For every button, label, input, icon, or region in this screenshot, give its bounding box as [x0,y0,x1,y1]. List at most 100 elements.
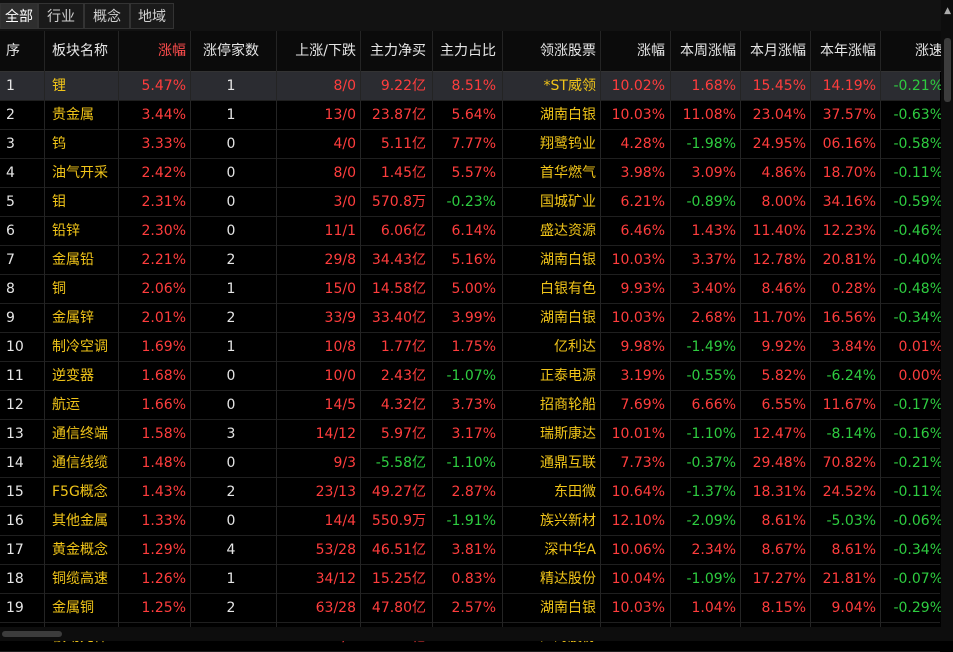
cell-mainpct: 7.77% [451,136,496,152]
vertical-scrollbar[interactable]: ▲ [941,0,953,641]
column-header-month[interactable]: 本月涨幅 [742,31,806,71]
cell-limitup: 3 [226,426,236,442]
cell-limitup: 1 [226,571,236,587]
cell-mainpct: 3.17% [451,426,496,442]
cell-leadchg: 10.04% [611,571,665,587]
table-row[interactable]: 14 通信线缆 1.48% 0 9/3 -5.58亿 -1.10% 通鼎互联 7.73% -0.3… [0,449,943,478]
table-row[interactable]: 3 钨 3.33% 0 4/0 5.11亿 7.77% 翔鹭钨业 4.28% -1.98% 24.9… [0,130,943,159]
column-header-mainbuy[interactable]: 主力净买 [364,31,426,71]
table-row[interactable]: 11 逆变器 1.68% 0 10/0 2.43亿 -1.07% 正泰电源 3.19% -0.55… [0,362,943,391]
table-row[interactable]: 19 金属铜 1.25% 2 63/28 47.80亿 2.57% 湖南白银 10.03% 1.0… [0,594,943,623]
cell-chg: 2.01% [141,310,186,326]
cell-chg: 1.48% [141,455,186,471]
column-header-week[interactable]: 本周涨幅 [672,31,736,71]
table-row[interactable]: 1 锂 5.47% 1 8/0 9.22亿 8.51% *ST威领 10.02% 1.68% 15.… [0,72,943,101]
table-row[interactable]: 9 金属锌 2.01% 2 33/9 33.40亿 3.99% 湖南白银 10.03% 2.68%… [0,304,943,333]
tab-3[interactable]: 地域 [130,3,174,29]
cell-leader: 招商轮船 [540,397,596,413]
cell-leader: 精达股份 [540,571,596,587]
table-row[interactable]: 12 航运 1.66% 0 14/5 4.32亿 3.73% 招商轮船 7.69% 6.66% 6.… [0,391,943,420]
column-header-chg[interactable]: 涨幅 [120,31,186,71]
cell-week: -1.10% [686,426,736,442]
cell-speed: -0.58% [893,136,943,152]
cell-idx: 8 [6,281,15,297]
cell-leadchg: 10.03% [611,252,665,268]
cell-leadchg: 10.01% [611,426,665,442]
cell-mainpct: 2.87% [451,484,496,500]
tab-0[interactable]: 全部 [0,3,38,29]
cell-mainpct: 6.14% [451,223,496,239]
cell-mainpct: 5.00% [451,281,496,297]
table-row[interactable]: 2 贵金属 3.44% 1 13/0 23.87亿 5.64% 湖南白银 10.03% 11.08… [0,101,943,130]
cell-limitup: 2 [226,252,236,268]
column-header-limitup[interactable]: 涨停家数 [196,31,266,71]
cell-limitup: 0 [226,165,236,181]
column-header-year[interactable]: 本年涨幅 [812,31,876,71]
cell-speed: -0.21% [893,455,943,471]
cell-month: 18.31% [752,484,806,500]
tab-1[interactable]: 行业 [38,3,84,29]
cell-mainpct: -1.07% [446,368,496,384]
column-header-idx[interactable]: 序 [6,31,36,71]
column-divider [600,31,601,627]
scroll-up-arrow-icon[interactable]: ▲ [944,6,951,16]
table-row[interactable]: 18 铜缆高速 1.26% 1 34/12 15.25亿 0.83% 精达股份 10.04% -1… [0,565,943,594]
table-row[interactable]: 8 铜 2.06% 1 15/0 14.58亿 5.00% 白银有色 9.93% 3.40% 8.4… [0,275,943,304]
cell-updown: 29/8 [324,252,356,268]
cell-leadchg: 9.98% [620,339,665,355]
cell-leader: 湖南白银 [540,600,596,616]
cell-speed: -0.34% [893,310,943,326]
table-row[interactable]: 16 其他金属 1.33% 0 14/4 550.9万 -1.91% 族兴新材 12.10% -2… [0,507,943,536]
cell-chg: 1.69% [141,339,186,355]
cell-month: 12.78% [752,252,806,268]
cell-idx: 19 [6,600,24,616]
cell-speed: -0.21% [893,78,943,94]
column-header-mainpct[interactable]: 主力占比 [434,31,496,71]
cell-speed: -0.06% [893,513,943,529]
cell-leader: 亿利达 [554,339,596,355]
sector-table-body: 1 锂 5.47% 1 8/0 9.22亿 8.51% *ST威领 10.02% 1.68% 15.… [0,72,943,652]
column-header-leadchg[interactable]: 涨幅 [602,31,665,71]
cell-month: 11.40% [752,223,806,239]
cell-mainbuy: 4.32亿 [380,397,426,413]
table-row[interactable]: 7 金属铅 2.21% 2 29/8 34.43亿 5.16% 湖南白银 10.03% 3.37%… [0,246,943,275]
table-row[interactable]: 17 黄金概念 1.29% 4 53/28 46.51亿 3.81% 深中华A 10.06% 2.… [0,536,943,565]
tab-2[interactable]: 概念 [84,3,130,29]
cell-idx: 1 [6,78,15,94]
cell-leader: 瑞斯康达 [540,426,596,442]
cell-idx: 12 [6,397,24,413]
column-header-speed[interactable]: 涨速 [880,31,943,71]
column-divider [432,31,433,627]
table-row[interactable]: 4 油气开采 2.42% 0 8/0 1.45亿 5.57% 首华燃气 3.98% 3.09% 4.… [0,159,943,188]
cell-limitup: 1 [226,78,236,94]
cell-leadchg: 10.03% [611,310,665,326]
cell-year: -6.24% [826,368,876,384]
cell-updown: 11/1 [324,223,356,239]
cell-chg: 1.29% [141,542,186,558]
cell-speed: -0.11% [893,484,943,500]
vertical-scroll-thumb[interactable] [944,38,951,102]
cell-mainbuy: 34.43亿 [371,252,426,268]
cell-leadchg: 7.73% [620,455,665,471]
cell-leader: 湖南白银 [540,107,596,123]
table-row[interactable]: 5 钼 2.31% 0 3/0 570.8万 -0.23% 国城矿业 6.21% -0.89% 8.… [0,188,943,217]
horizontal-scroll-thumb[interactable] [2,631,62,637]
table-row[interactable]: 13 通信终端 1.58% 3 14/12 5.97亿 3.17% 瑞斯康达 10.01% -1.… [0,420,943,449]
cell-updown: 63/28 [315,600,356,616]
horizontal-scrollbar[interactable] [0,627,941,641]
cell-week: 3.09% [691,165,736,181]
cell-leader: *ST威领 [543,78,596,94]
cell-month: 8.46% [761,281,806,297]
cell-speed: -0.34% [893,542,943,558]
table-row[interactable]: 6 铅锌 2.30% 0 11/1 6.06亿 6.14% 盛达资源 6.46% 1.43% 11.… [0,217,943,246]
cell-mainbuy: 9.22亿 [380,78,426,94]
column-header-leader[interactable]: 领涨股票 [506,31,596,71]
cell-leader: 湖南白银 [540,252,596,268]
cell-chg: 2.30% [141,223,186,239]
cell-month: 5.82% [761,368,806,384]
cell-mainbuy: -5.58亿 [375,455,426,471]
column-header-updown[interactable]: 上涨/下跌 [280,31,356,71]
table-row[interactable]: 10 制冷空调 1.69% 1 10/8 1.77亿 1.75% 亿利达 9.98% -1.49%… [0,333,943,362]
cell-idx: 17 [6,542,24,558]
table-row[interactable]: 15 F5G概念 1.43% 2 23/13 49.27亿 2.87% 东田微 10.64% -1… [0,478,943,507]
